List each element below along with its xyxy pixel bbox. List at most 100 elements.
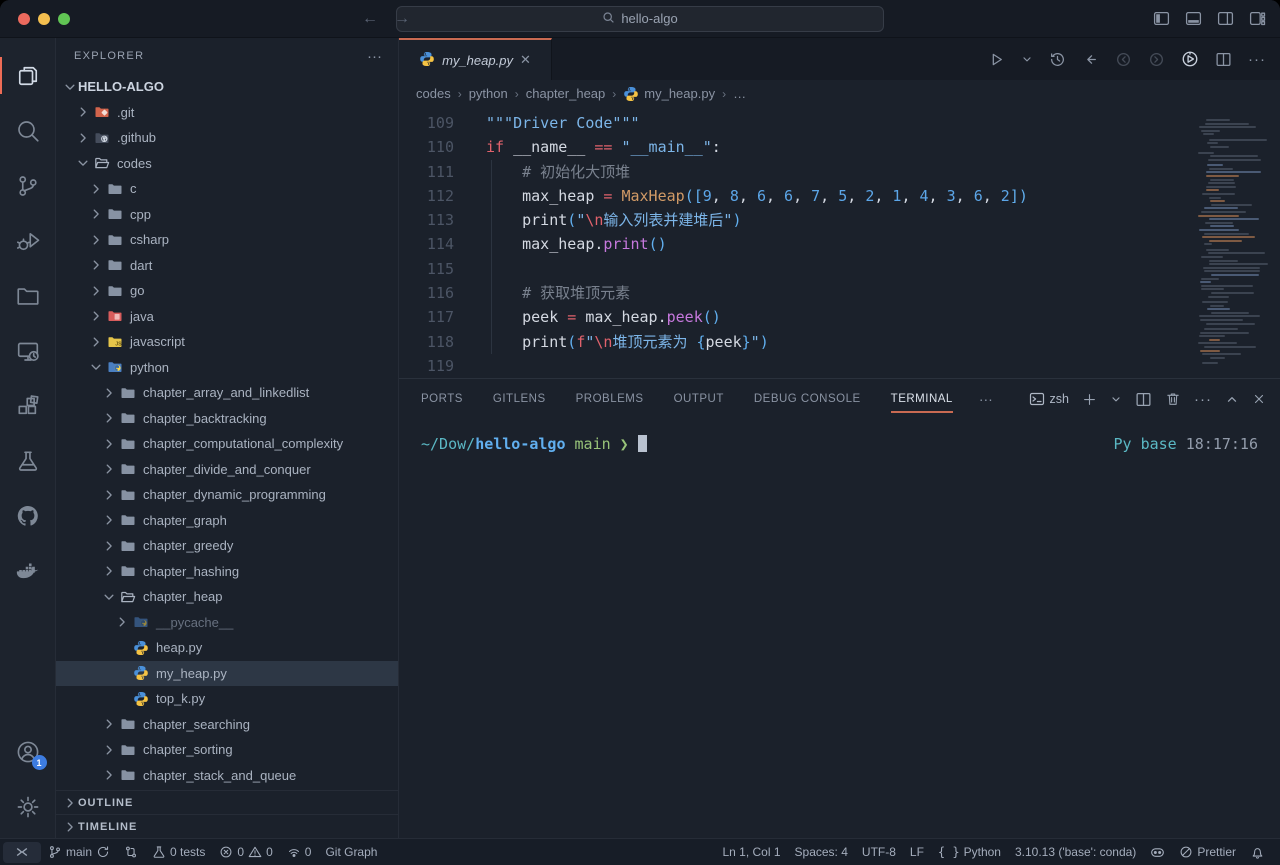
tree-item-my-heap-py[interactable]: my_heap.py: [56, 661, 398, 687]
status-tests[interactable]: 0 tests: [145, 839, 212, 865]
status-git-graph[interactable]: Git Graph: [318, 839, 384, 865]
activity-search[interactable]: [0, 103, 56, 158]
activity-settings[interactable]: [0, 779, 56, 834]
run-code-icon[interactable]: [1181, 50, 1199, 68]
status-problems[interactable]: 00: [212, 839, 279, 865]
sidebar-more-actions-icon[interactable]: ···: [367, 48, 382, 65]
activity-remote-explorer[interactable]: [0, 323, 56, 378]
activity-extensions[interactable]: [0, 378, 56, 433]
activity-run-and-debug[interactable]: [0, 213, 56, 268]
tree-item-chapter-heap[interactable]: chapter_heap: [56, 584, 398, 610]
activity-github[interactable]: [0, 488, 56, 543]
tree-item-cpp[interactable]: cpp: [56, 202, 398, 228]
breadcrumb-item[interactable]: my_heap.py: [623, 86, 715, 102]
terminal-more-actions-icon[interactable]: ···: [1194, 391, 1212, 408]
tree-item-chapter-backtracking[interactable]: chapter_backtracking: [56, 406, 398, 432]
terminal[interactable]: ~/Dow/hello-algo main ❯ Py base 18:17:16: [399, 419, 1280, 453]
terminal-profile-dropdown-icon[interactable]: [1110, 393, 1122, 405]
tree-item-top-k-py[interactable]: top_k.py: [56, 686, 398, 712]
tree-item-chapter-searching[interactable]: chapter_searching: [56, 712, 398, 738]
layout-panel-icon[interactable]: [1185, 10, 1202, 27]
tree-item-dart[interactable]: dart: [56, 253, 398, 279]
remote-indicator[interactable]: [3, 842, 41, 863]
breadcrumb-item[interactable]: …: [733, 86, 746, 101]
run-dropdown-icon[interactable]: [1021, 53, 1033, 65]
go-back-icon[interactable]: [1082, 51, 1099, 68]
tab-my-heap[interactable]: my_heap.py ✕: [399, 38, 552, 80]
split-editor-icon[interactable]: [1215, 51, 1232, 68]
split-terminal-icon[interactable]: [1135, 391, 1152, 408]
tree-item-python[interactable]: python: [56, 355, 398, 381]
next-change-icon[interactable]: [1148, 51, 1165, 68]
close-panel-icon[interactable]: [1252, 392, 1266, 406]
breadcrumb-item[interactable]: chapter_heap: [526, 86, 606, 101]
layout-sidebar-icon[interactable]: [1153, 10, 1170, 27]
tree-item-chapter-graph[interactable]: chapter_graph: [56, 508, 398, 534]
status-indentation[interactable]: Spaces: 4: [788, 845, 855, 859]
nav-back-icon[interactable]: ←: [362, 10, 378, 28]
tree-item-chapter-array-and-linkedlist[interactable]: chapter_array_and_linkedlist: [56, 380, 398, 406]
activity-testing[interactable]: [0, 433, 56, 488]
panel-tab-ports[interactable]: PORTS: [421, 389, 463, 409]
status-cursor-position[interactable]: Ln 1, Col 1: [715, 845, 787, 859]
status-copilot[interactable]: [1143, 845, 1172, 860]
close-window-button[interactable]: [18, 13, 30, 25]
section-timeline[interactable]: TIMELINE: [56, 814, 398, 838]
tree-item--pycache-[interactable]: __pycache__: [56, 610, 398, 636]
status-prettier[interactable]: Prettier: [1172, 845, 1243, 859]
run-python-file-button[interactable]: [988, 51, 1005, 68]
tree-item-javascript[interactable]: JSjavascript: [56, 329, 398, 355]
panel-tab-gitlens[interactable]: GITLENS: [493, 389, 546, 409]
minimap[interactable]: [1198, 119, 1270, 368]
file-history-icon[interactable]: [1049, 51, 1066, 68]
tree-item-chapter-hashing[interactable]: chapter_hashing: [56, 559, 398, 585]
breadcrumb-item[interactable]: codes: [416, 86, 451, 101]
tree-item-csharp[interactable]: csharp: [56, 227, 398, 253]
panel-tab-output[interactable]: OUTPUT: [674, 389, 724, 409]
new-terminal-button[interactable]: [1082, 392, 1097, 407]
tree-item--git[interactable]: .git: [56, 100, 398, 126]
tree-item-chapter-greedy[interactable]: chapter_greedy: [56, 533, 398, 559]
layout-customize-icon[interactable]: [1249, 10, 1266, 27]
tree-item-c[interactable]: c: [56, 176, 398, 202]
status-language-mode[interactable]: { }Python: [931, 845, 1008, 859]
previous-change-icon[interactable]: [1115, 51, 1132, 68]
minimize-window-button[interactable]: [38, 13, 50, 25]
tree-item-chapter-computational-complexity[interactable]: chapter_computational_complexity: [56, 431, 398, 457]
tree-item-heap-py[interactable]: heap.py: [56, 635, 398, 661]
status-gitlens[interactable]: [117, 839, 145, 865]
tree-item-chapter-divide-and-conquer[interactable]: chapter_divide_and_conquer: [56, 457, 398, 483]
breadcrumb-item[interactable]: python: [469, 86, 508, 101]
code-editor[interactable]: 109110111112113114115116117118119 """Dri…: [399, 107, 1280, 378]
activity-explorer[interactable]: [0, 48, 56, 103]
kill-terminal-icon[interactable]: [1165, 391, 1181, 407]
terminal-shell-item[interactable]: zsh: [1029, 391, 1069, 407]
tree-item-chapter-stack-and-queue[interactable]: chapter_stack_and_queue: [56, 763, 398, 789]
activity-source-control[interactable]: [0, 158, 56, 213]
maximize-panel-icon[interactable]: [1225, 392, 1239, 406]
tab-close-icon[interactable]: ✕: [520, 52, 531, 68]
status-python-interpreter[interactable]: 3.10.13 ('base': conda): [1008, 845, 1143, 859]
zoom-window-button[interactable]: [58, 13, 70, 25]
status-branch[interactable]: main: [41, 839, 117, 865]
section-outline[interactable]: OUTLINE: [56, 790, 398, 814]
panel-tab-problems[interactable]: PROBLEMS: [576, 389, 644, 409]
activity-docker[interactable]: [0, 543, 56, 598]
tree-item-chapter-sorting[interactable]: chapter_sorting: [56, 737, 398, 763]
tree-item-java[interactable]: java: [56, 304, 398, 330]
tree-item-go[interactable]: go: [56, 278, 398, 304]
tree-item-chapter-dynamic-programming[interactable]: chapter_dynamic_programming: [56, 482, 398, 508]
tree-item-hello-algo[interactable]: HELLO-ALGO: [56, 74, 398, 100]
tree-item-codes[interactable]: codes: [56, 151, 398, 177]
tree-item--github[interactable]: .github: [56, 125, 398, 151]
panel-more-tabs-icon[interactable]: ···: [979, 391, 993, 407]
status-encoding[interactable]: UTF-8: [855, 845, 903, 859]
status-eol[interactable]: LF: [903, 845, 931, 859]
activity-project-manager[interactable]: [0, 268, 56, 323]
panel-tab-debug-console[interactable]: DEBUG CONSOLE: [754, 389, 861, 409]
activity-accounts[interactable]: 1: [0, 724, 56, 779]
status-notifications[interactable]: [1243, 845, 1272, 860]
command-center-search[interactable]: hello-algo: [396, 6, 884, 32]
panel-tab-terminal[interactable]: TERMINAL: [891, 389, 953, 409]
nav-forward-icon[interactable]: →: [394, 10, 410, 28]
